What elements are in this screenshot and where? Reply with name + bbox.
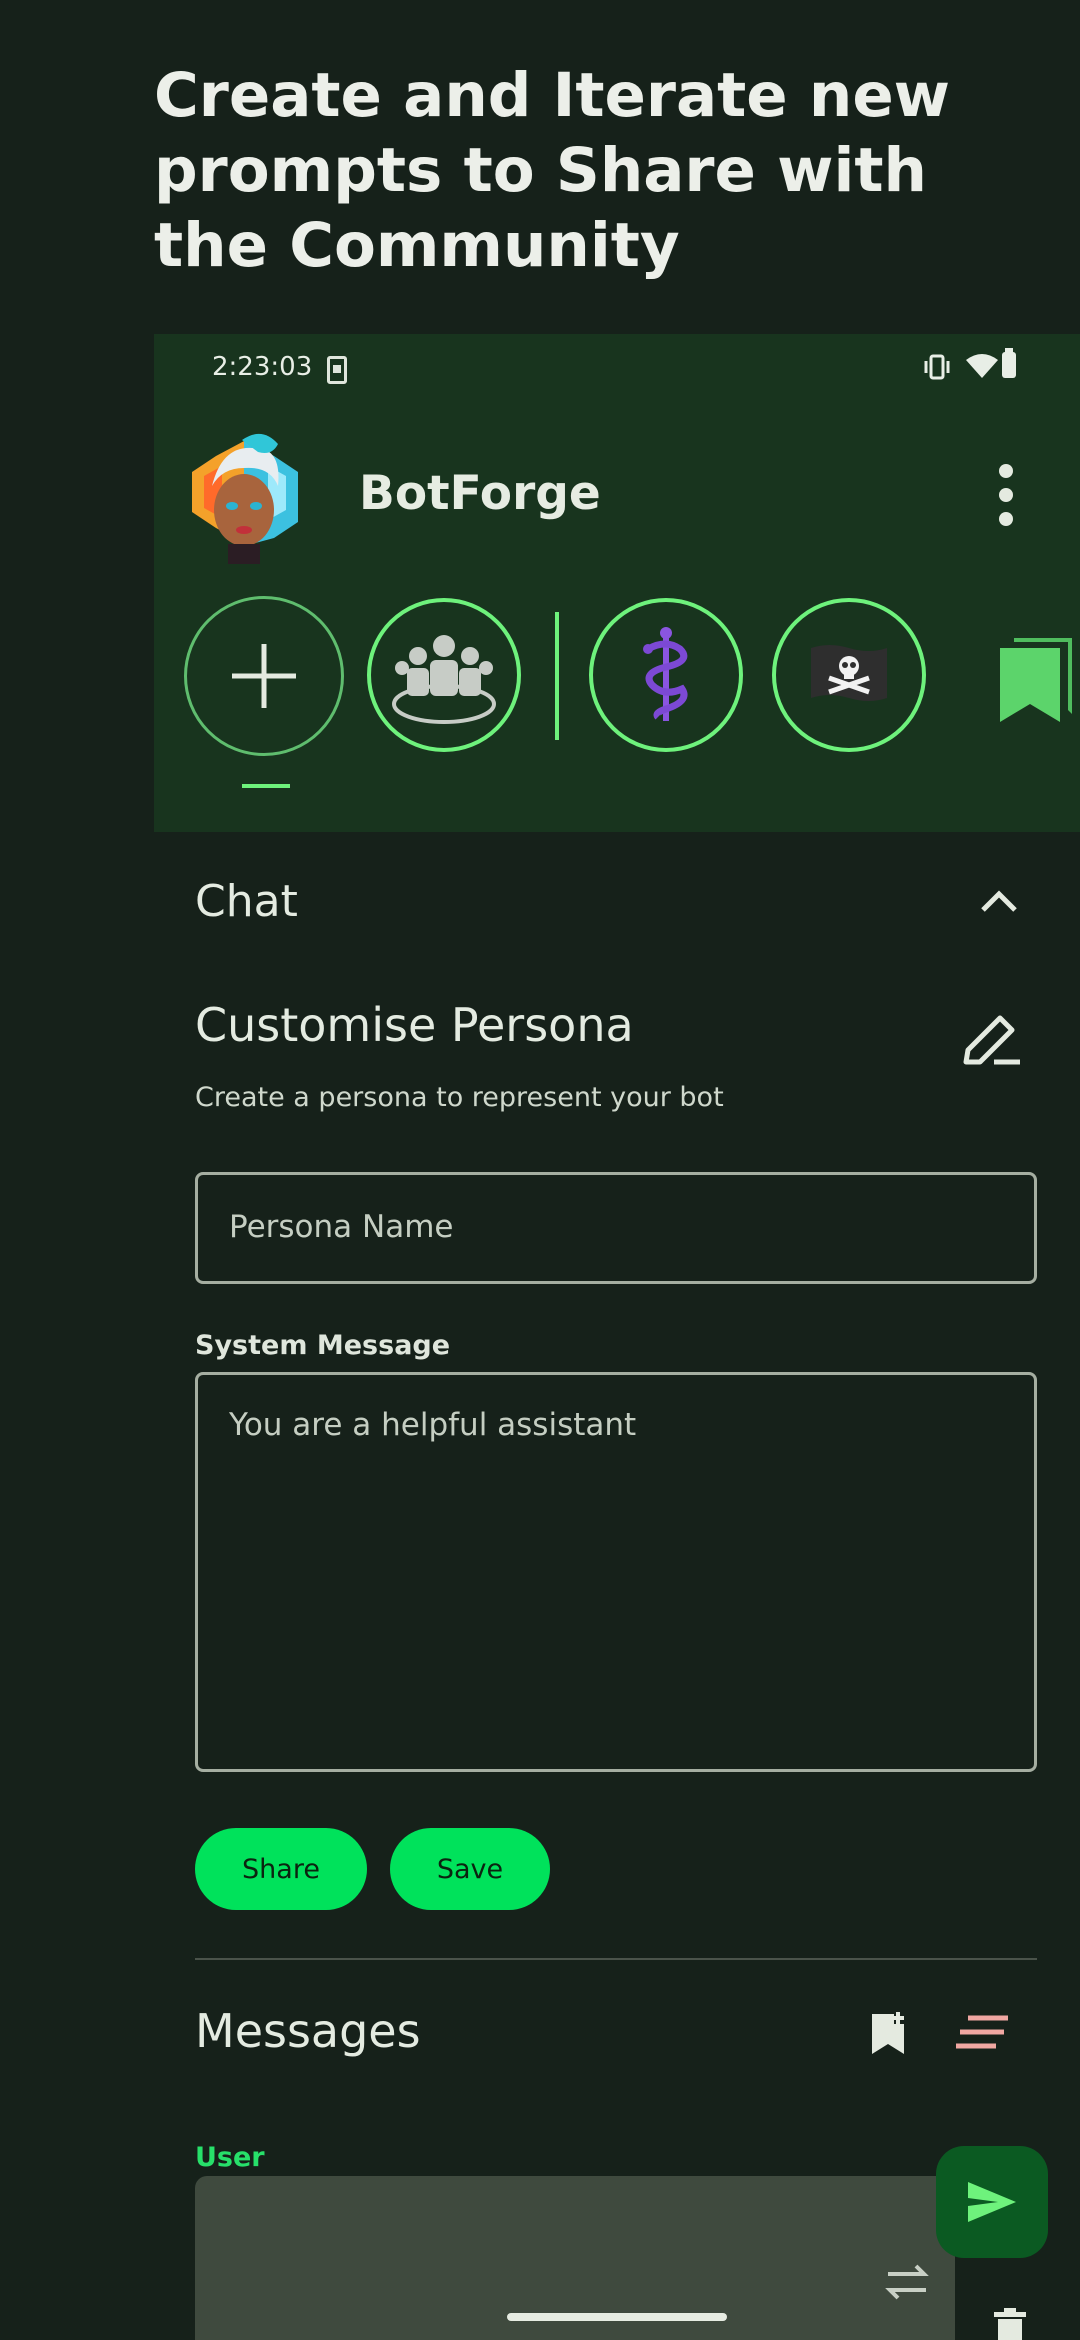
promo-headline: Create and Iterate new prompts to Share … [154, 60, 951, 281]
customise-persona-subtitle: Create a persona to represent your bot [195, 1082, 724, 1113]
send-button[interactable] [936, 2146, 1048, 2258]
swap-role-icon[interactable] [884, 2262, 930, 2302]
app-screenshot-frame: 2:23:03 BotForge Chat Customise Persona … [154, 334, 1080, 2340]
pirate-persona-button[interactable] [772, 598, 926, 752]
add-persona-button[interactable] [184, 596, 344, 756]
home-indicator [507, 2313, 727, 2321]
bookmark-add-icon[interactable] [868, 2010, 908, 2056]
chat-section-title: Chat [195, 876, 298, 927]
selected-tab-indicator [242, 784, 290, 788]
status-time: 2:23:03 [212, 352, 313, 382]
wifi-icon [966, 354, 998, 378]
share-button[interactable]: Share [195, 1828, 367, 1910]
plus-icon [232, 644, 296, 708]
app-title: BotForge [359, 466, 601, 521]
more-options-icon[interactable] [994, 464, 1018, 526]
persona-name-placeholder: Persona Name [229, 1209, 454, 1245]
system-message-label: System Message [195, 1330, 451, 1361]
community-icon [392, 635, 496, 724]
battery-icon [1002, 348, 1016, 378]
send-icon [968, 2182, 1016, 2222]
caduceus-icon [643, 627, 688, 721]
persona-name-field[interactable]: Persona Name [195, 1172, 1037, 1284]
chevron-up-icon[interactable] [977, 880, 1021, 924]
community-persona-button[interactable] [367, 598, 521, 752]
medical-persona-button[interactable] [589, 598, 743, 752]
pirate-flag-icon [811, 645, 887, 701]
vibrate-icon [924, 354, 950, 380]
system-message-value: You are a helpful assistant [229, 1407, 637, 1443]
sim-card-icon [327, 356, 347, 384]
edit-icon[interactable] [960, 1010, 1024, 1070]
delete-message-icon[interactable] [992, 2306, 1028, 2340]
persona-separator [555, 612, 559, 740]
save-button[interactable]: Save [390, 1828, 550, 1910]
status-bar: 2:23:03 [154, 334, 1080, 396]
message-role-label: User [195, 2142, 265, 2173]
customise-persona-title: Customise Persona [195, 998, 634, 1052]
messages-section-title: Messages [195, 2004, 421, 2058]
clear-messages-icon[interactable] [954, 2014, 1010, 2054]
system-message-field[interactable]: You are a helpful assistant [195, 1372, 1037, 1772]
section-divider [195, 1958, 1037, 1960]
bookmarks-icon[interactable] [996, 634, 1080, 726]
app-top-bar: 2:23:03 BotForge [154, 334, 1080, 832]
bot-avatar[interactable] [182, 426, 308, 566]
